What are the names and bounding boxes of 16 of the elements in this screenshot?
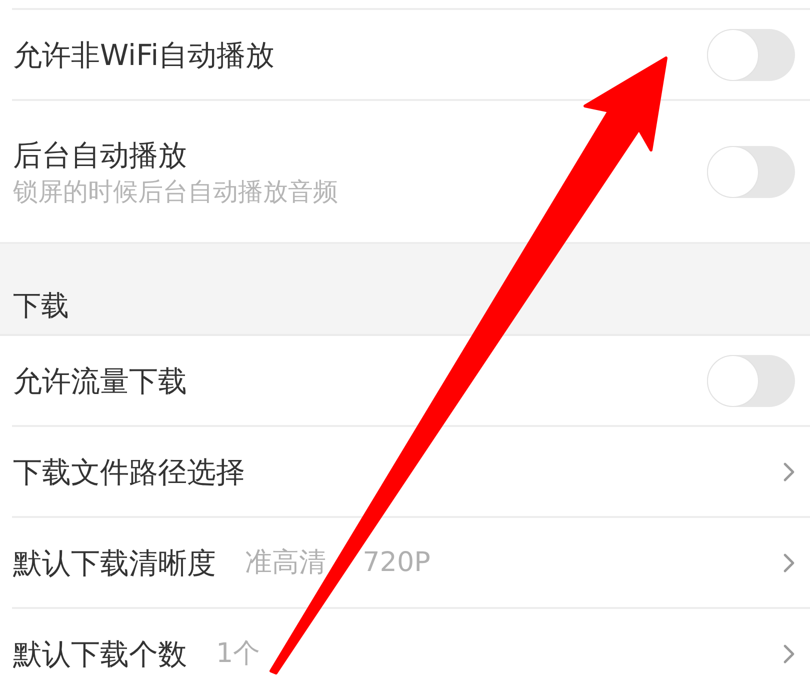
setting-title: 下载文件路径选择 [13,454,245,490]
chevron-right-icon[interactable] [783,644,795,664]
chevron-right-icon[interactable] [783,552,795,572]
chevron-right-icon[interactable] [783,462,795,482]
section-header: 下载 [13,288,69,324]
setting-title: 默认下载清晰度 [13,544,216,580]
setting-value: 准高清 720P [245,546,430,580]
toggle-switch[interactable] [707,28,795,80]
setting-title: 默认下载个数 [13,636,187,672]
setting-title: 允许流量下载 [13,362,187,398]
setting-value: 1个 [216,636,260,670]
toggle-switch[interactable] [707,354,795,406]
toggle-switch[interactable] [707,146,795,198]
setting-title: 后台自动播放 [13,136,188,172]
setting-description: 锁屏的时候后台自动播放音频 [13,176,338,206]
setting-title: 允许非WiFi自动播放 [13,36,275,72]
